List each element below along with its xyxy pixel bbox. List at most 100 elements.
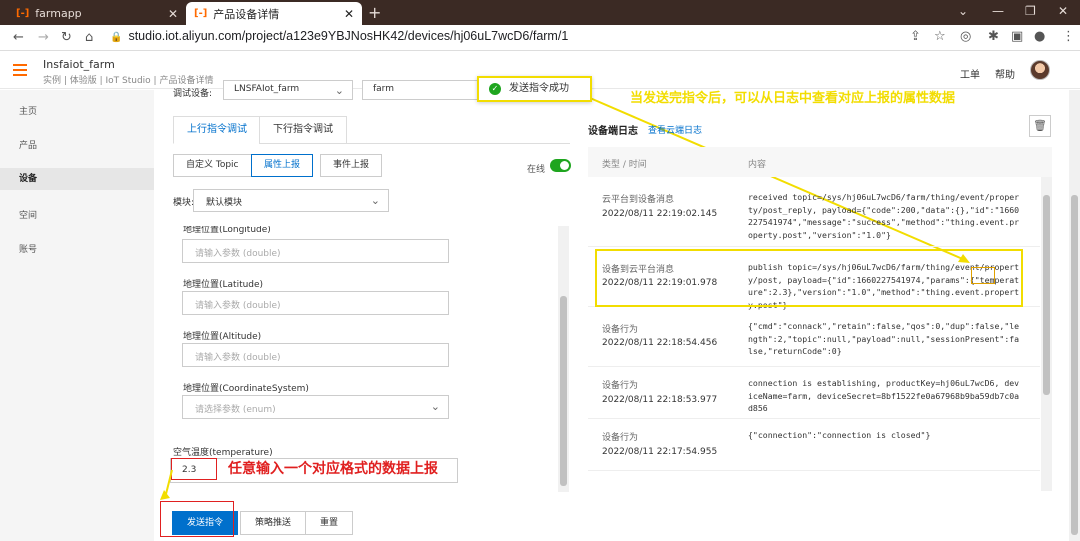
hamburger-icon[interactable] xyxy=(13,64,27,76)
log-content: {"cmd":"connack","retain":false,"qos":0,… xyxy=(748,321,1020,356)
log-content: {"connection":"connection is closed"} xyxy=(748,430,931,440)
log-time: 2022/08/11 22:19:02.145 xyxy=(602,209,718,219)
field-label-altitude: 地理位置(Altitude) xyxy=(183,332,262,342)
device-select-value: farm xyxy=(373,84,394,94)
tab-label: farmapp xyxy=(35,7,82,20)
new-tab-icon[interactable]: + xyxy=(368,3,381,22)
temperature-value-highlight xyxy=(971,267,995,284)
chevron-down-icon[interactable]: ⌄ xyxy=(958,4,968,18)
field-label-coordinate-system: 地理位置(CoordinateSystem) xyxy=(183,384,309,394)
profile-icon[interactable]: ● xyxy=(1034,29,1045,44)
sidebar-item-account[interactable]: 账号 xyxy=(19,242,37,255)
online-label: 在线 xyxy=(527,165,546,175)
module-select-value: 默认模块 xyxy=(206,198,243,208)
reset-button[interactable]: 重置 xyxy=(305,511,354,535)
star-icon[interactable]: ☆ xyxy=(934,29,946,44)
close-icon[interactable]: ✕ xyxy=(168,7,178,21)
chevron-down-icon: ⌄ xyxy=(430,400,440,413)
maximize-icon[interactable]: ❐ xyxy=(1025,4,1036,18)
chevron-down-icon: ⌄ xyxy=(334,84,344,97)
tab-property-report[interactable]: 属性上报 xyxy=(251,154,314,177)
sidebar-item-product[interactable]: 产品 xyxy=(19,138,37,151)
tab-event-report[interactable]: 事件上报 xyxy=(320,154,383,177)
back-icon[interactable]: ← xyxy=(13,30,24,45)
lock-icon: 🔒 xyxy=(110,32,123,43)
close-window-icon[interactable]: ✕ xyxy=(1058,4,1068,18)
field-label-temperature: 空气温度(temperature) xyxy=(173,448,273,458)
col-type-time: 类型 / 时间 xyxy=(602,160,647,170)
trash-icon[interactable]: 🗑 xyxy=(1029,115,1051,137)
table-row: 设备行为 2022/08/11 22:17:54.955 {"connectio… xyxy=(588,419,1040,471)
col-content: 内容 xyxy=(748,160,767,170)
extension-icon[interactable]: ◎ xyxy=(960,29,971,44)
success-toast: ✓ 发送指令成功 xyxy=(477,76,592,102)
puzzle-icon[interactable]: ✱ xyxy=(988,29,999,44)
product-select[interactable]: LNSFAIot_farm ⌄ xyxy=(223,80,353,100)
address-bar: ← → ↻ ⌂ 🔒 studio.iot.aliyun.com/project/a… xyxy=(0,25,1080,51)
log-type: 云平台到设备消息 xyxy=(602,195,675,205)
browser-tab-bar: [-] farmapp ✕ [-] 产品设备详情 ✕ + ⌄ — ❐ ✕ xyxy=(0,0,1080,25)
log-table-header: 类型 / 时间 内容 xyxy=(588,147,1052,177)
tab-label: 产品设备详情 xyxy=(213,7,280,21)
latitude-input[interactable]: 请输入参数 (double) xyxy=(182,291,449,315)
check-circle-icon: ✓ xyxy=(489,83,501,95)
cloud-log-link[interactable]: 查看云端日志 xyxy=(648,123,702,136)
policy-push-button[interactable]: 策略推送 xyxy=(240,511,307,535)
help-link[interactable]: 帮助 xyxy=(995,66,1015,81)
sidebar-item-space[interactable]: 空间 xyxy=(19,208,37,221)
scrollbar-thumb[interactable] xyxy=(1071,195,1078,535)
log-title: 设备端日志 xyxy=(588,126,638,137)
log-type: 设备行为 xyxy=(602,325,639,335)
url-field[interactable]: 🔒 studio.iot.aliyun.com/project/a123e9YBJ… xyxy=(110,29,568,43)
table-row: 云平台到设备消息 2022/08/11 22:19:02.145 receive… xyxy=(588,177,1040,247)
module-select[interactable]: 默认模块 ⌄ xyxy=(193,189,389,212)
annotation-input-hint: 任意输入一个对应格式的数据上报 xyxy=(228,461,438,477)
aliyun-logo-icon: [-] xyxy=(16,8,30,19)
debug-tabs: 上行指令调试 下行指令调试 xyxy=(173,116,570,144)
close-icon[interactable]: ✕ xyxy=(344,7,354,21)
ticket-link[interactable]: 工单 xyxy=(960,66,980,81)
coordinate-system-select[interactable]: 请选择参数 (enum) ⌄ xyxy=(182,395,449,419)
temperature-input[interactable]: 2.3 xyxy=(171,458,217,480)
form-scrollbar[interactable] xyxy=(558,226,569,492)
browser-tab-device-detail[interactable]: [-] 产品设备详情 ✕ xyxy=(186,2,362,25)
share-icon[interactable]: ⇪ xyxy=(910,29,921,44)
minimize-icon[interactable]: — xyxy=(992,4,1004,18)
log-scrollbar[interactable] xyxy=(1041,177,1052,491)
tab-downlink-debug[interactable]: 下行指令调试 xyxy=(259,116,347,144)
page-scrollbar[interactable] xyxy=(1069,90,1080,541)
forward-icon[interactable]: → xyxy=(38,30,49,45)
breadcrumb: 实例 | 体验版 | IoT Studio | 产品设备详情 xyxy=(43,76,214,86)
browser-tab-farmapp[interactable]: [-] farmapp ✕ xyxy=(8,2,186,25)
aliyun-logo-icon: [-] xyxy=(194,8,208,19)
chevron-down-icon: ⌄ xyxy=(370,194,380,207)
product-select-value: LNSFAIot_farm xyxy=(234,84,300,94)
arrow-head xyxy=(160,490,170,500)
menu-icon[interactable]: ⋮ xyxy=(1062,29,1075,44)
toast-text: 发送指令成功 xyxy=(509,83,569,94)
home-icon[interactable]: ⌂ xyxy=(85,30,93,45)
sidebar-item-device[interactable]: 设备 xyxy=(0,168,154,190)
table-row: 设备行为 2022/08/11 22:18:53.977 connection … xyxy=(588,367,1040,419)
longitude-input[interactable]: 请输入参数 (double) xyxy=(182,239,449,263)
send-button-highlight xyxy=(160,501,234,537)
avatar[interactable] xyxy=(1030,60,1050,80)
debug-device-label: 调试设备: xyxy=(173,89,213,99)
module-label: 模块: xyxy=(173,198,195,208)
sidepanel-icon[interactable]: ▣ xyxy=(1011,29,1023,44)
online-toggle[interactable] xyxy=(550,159,571,172)
log-time: 2022/08/11 22:17:54.955 xyxy=(602,447,718,457)
log-type: 设备行为 xyxy=(602,381,639,391)
reload-icon[interactable]: ↻ xyxy=(61,30,72,45)
scrollbar-thumb[interactable] xyxy=(560,296,567,486)
annotation-log-hint: 当发送完指令后，可以从日志中查看对应上报的属性数据 xyxy=(630,91,956,106)
tab-uplink-debug[interactable]: 上行指令调试 xyxy=(173,116,261,144)
device-select[interactable]: farm xyxy=(362,80,482,100)
sidebar-item-home[interactable]: 主页 xyxy=(19,104,37,117)
tab-custom-topic[interactable]: 自定义 Topic xyxy=(173,154,252,177)
url-text: studio.iot.aliyun.com/project/a123e9YBJN… xyxy=(128,29,569,43)
project-name: Insfaiot_farm xyxy=(43,58,115,71)
coordinate-system-placeholder: 请选择参数 (enum) xyxy=(195,405,276,415)
scrollbar-thumb[interactable] xyxy=(1043,195,1050,395)
altitude-input[interactable]: 请输入参数 (double) xyxy=(182,343,449,367)
